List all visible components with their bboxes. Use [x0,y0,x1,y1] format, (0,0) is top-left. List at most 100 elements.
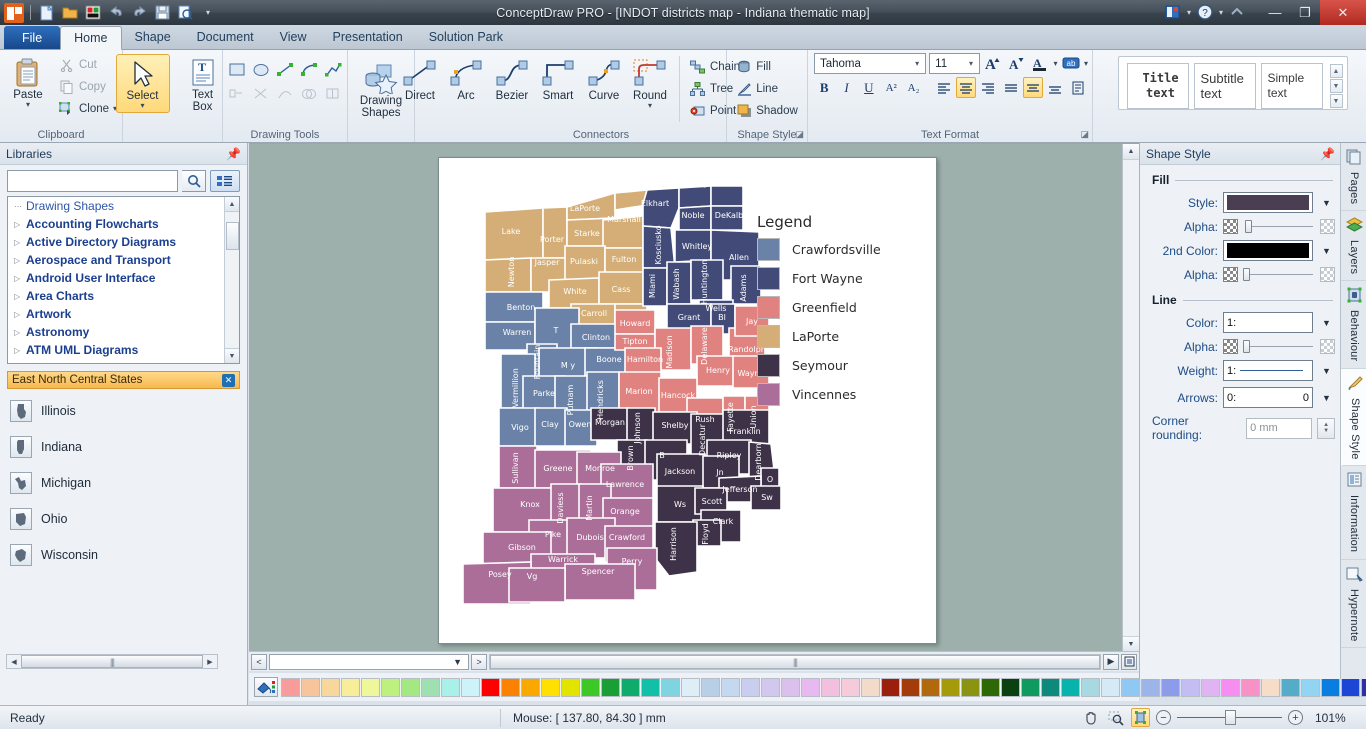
color-swatch-row[interactable] [281,677,1366,697]
styles-scroll-down-icon[interactable]: ▼ [1329,79,1343,93]
tab-shape[interactable]: Shape [122,25,184,49]
sidebar-item-hypernote[interactable]: Hypernote [1341,560,1366,649]
help-chevron-icon[interactable]: ▾ [1219,8,1223,17]
expand-chevron-icon[interactable]: ▷ [14,310,26,319]
fill-color-picker-icon[interactable] [254,677,278,697]
save-icon[interactable] [152,3,172,23]
prev-page-button[interactable]: < [251,653,267,670]
color-swatch[interactable] [621,677,640,697]
window-controls[interactable]: — ❐ ✕ [1260,0,1366,25]
color-swatch[interactable] [341,677,360,697]
list-item-ohio[interactable]: Ohio [0,501,247,537]
ribbon-collapse-icon[interactable] [1228,3,1246,21]
align-right-icon[interactable] [978,77,998,98]
tab-document[interactable]: Document [184,25,267,49]
color-swatch[interactable] [761,677,780,697]
new-document-icon[interactable] [37,3,57,23]
color-swatch[interactable] [521,677,540,697]
fill-alpha-slider[interactable] [1243,219,1315,234]
font-size-chevron-icon[interactable]: ▾ [965,59,977,68]
italic-button[interactable]: I [836,77,856,98]
library-horizontal-scrollbar[interactable]: ◀ ||| ▶ [6,654,218,669]
round-dropdown-icon[interactable]: ▾ [648,102,652,110]
redo-icon[interactable] [129,3,149,23]
align-left-icon[interactable] [934,77,954,98]
zoom-slider-thumb[interactable] [1225,710,1236,725]
grow-font-icon[interactable]: A [983,53,1003,74]
sidebar-item-information[interactable]: Information [1341,466,1366,560]
tree-view-button[interactable] [210,170,240,192]
fit-page-icon[interactable] [1121,653,1137,670]
expand-chevron-icon[interactable]: ▷ [14,328,26,337]
next-page-button[interactable]: > [471,653,487,670]
color-swatch[interactable] [1041,677,1060,697]
color-swatch[interactable] [941,677,960,697]
color-swatch[interactable] [1061,677,1080,697]
sidebar-item-pages[interactable]: Pages [1341,143,1366,212]
underline-button[interactable]: U [859,77,879,98]
connector-bezier-button[interactable]: Bezier [489,56,535,122]
font-name-combo[interactable]: Tahoma ▾ [814,53,927,74]
chevron-down-icon[interactable]: ▼ [453,657,462,667]
cut-shape-icon[interactable] [249,82,273,106]
connector-round-button[interactable]: Round ▾ [627,56,673,122]
styles-gallery[interactable]: Title text Subtitle text Simple text ▲ ▼ ▼ [1117,56,1348,110]
line-button[interactable]: Line [732,78,802,100]
quick-access-toolbar[interactable]: ▾ [0,2,218,23]
tree-item-audio-and-video-connectors[interactable]: ▷Audio and Video Connectors [8,359,239,365]
hand-pan-icon[interactable] [1081,708,1100,727]
color-swatch[interactable] [361,677,380,697]
color-swatch[interactable] [1021,677,1040,697]
connect-tool-icon[interactable] [225,82,249,106]
search-input[interactable] [8,172,177,190]
undo-icon[interactable] [106,3,126,23]
color-swatch[interactable] [541,677,560,697]
color-swatch[interactable] [901,677,920,697]
corner-rounding-stepper[interactable]: ▲ ▼ [1317,417,1335,439]
color-swatch[interactable] [981,677,1000,697]
color-swatch[interactable] [301,677,320,697]
zoom-controls[interactable]: − + 101% [1081,708,1356,727]
color-swatch[interactable] [421,677,440,697]
line-weight-chevron-icon[interactable]: ▼ [1318,366,1335,376]
expand-chevron-icon[interactable]: ▷ [14,220,26,229]
color-swatch[interactable] [1341,677,1360,697]
highlight-color-chevron-icon[interactable]: ▾ [1084,59,1088,68]
scroll-thumb[interactable] [225,222,239,250]
join-shape-icon[interactable] [273,82,297,106]
color-swatch[interactable] [1141,677,1160,697]
color-swatch[interactable] [1361,677,1366,697]
color-swatch[interactable] [461,677,480,697]
color-swatch[interactable] [1101,677,1120,697]
color-swatch[interactable] [561,677,580,697]
polyline-tool-icon[interactable] [321,58,345,82]
list-item-indiana[interactable]: Indiana [0,429,247,465]
ribbon-tab-bar[interactable]: File Home Shape Document View Presentati… [0,25,1366,50]
page-selector-combo[interactable]: ▼ [269,653,469,670]
second-color-swatch[interactable] [1227,243,1309,258]
style-card-title[interactable]: Title text [1126,63,1189,109]
scroll-down-icon[interactable]: ▼ [1123,636,1139,652]
text-direction-icon[interactable] [1068,77,1088,98]
font-color-icon[interactable]: A [1030,53,1050,74]
color-swatch[interactable] [1081,677,1100,697]
expand-chevron-icon[interactable]: ▷ [14,364,26,365]
bold-button[interactable]: B [814,77,834,98]
zoom-out-button[interactable]: − [1156,710,1171,725]
app-logo-icon[interactable] [4,2,24,23]
color-swatch[interactable] [1281,677,1300,697]
superscript-button[interactable]: A² [881,77,901,98]
color-swatch[interactable] [501,677,520,697]
tree-item-drawing-shapes[interactable]: ⋯ Drawing Shapes [8,197,239,215]
align-justify-icon[interactable] [1001,77,1021,98]
highlight-color-icon[interactable]: ab [1060,53,1080,74]
color-swatch[interactable] [1301,677,1320,697]
canvas-bottom-bar[interactable]: < ▼ > ||| ▶ [249,651,1139,671]
sidebar-item-layers[interactable]: Layers [1341,211,1366,282]
ellipse-tool-icon[interactable] [249,58,273,82]
color-swatch[interactable] [381,677,400,697]
minimize-button[interactable]: — [1260,0,1290,25]
second-alpha-slider[interactable] [1243,267,1315,282]
color-swatch[interactable] [821,677,840,697]
style-card-subtitle[interactable]: Subtitle text [1193,63,1256,109]
